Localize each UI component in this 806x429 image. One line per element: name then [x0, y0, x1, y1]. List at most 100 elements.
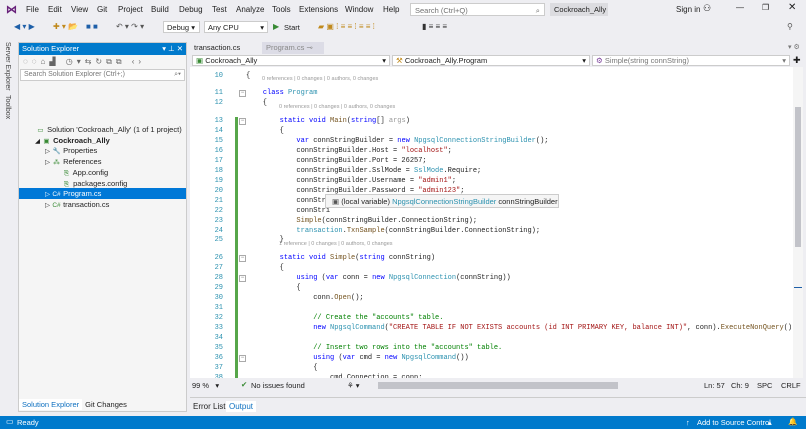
menu-file[interactable]: File [26, 5, 39, 14]
code-line[interactable]: connStringBuilder.Username = "admin1"; [246, 177, 456, 185]
menu-edit[interactable]: Edit [48, 5, 62, 14]
code-line[interactable]: using (var conn = new NpgsqlConnection(c… [246, 274, 511, 282]
tree-item[interactable]: ⎘ packages.config [19, 178, 186, 189]
menu-build[interactable]: Build [151, 5, 169, 14]
code-line[interactable]: connStri [246, 197, 330, 205]
codelens-program[interactable]: 0 references | 0 changes | 0 authors, 0 … [262, 76, 378, 82]
horizontal-scrollbar[interactable] [378, 382, 618, 389]
configuration-select[interactable]: Debug ▾ [163, 21, 200, 33]
restore-button[interactable]: ❐ [762, 3, 769, 12]
bookmark-icon[interactable]: ▮ ≡ ≡ ≡ [422, 22, 447, 31]
line-ending[interactable]: CRLF [781, 381, 801, 390]
tree-item[interactable]: ▷C# transaction.cs [19, 199, 186, 210]
new-project-icon[interactable]: ✚ ▾ 📂 [53, 22, 78, 31]
issues-status[interactable]: No issues found [251, 381, 305, 390]
class-dropdown[interactable]: ⚒ Cockroach_Ally.Program▾ [392, 55, 590, 66]
code-line[interactable]: connStringBuilder.Port = 26257; [246, 157, 427, 165]
sign-in-link[interactable]: Sign in [676, 5, 700, 14]
code-line[interactable]: { [246, 364, 317, 372]
code-line[interactable]: static void Main(string[] args) [246, 117, 410, 125]
add-to-source-control-button[interactable]: Add to Source Control [697, 418, 771, 427]
code-line[interactable]: // Insert two rows into the "accounts" t… [246, 344, 502, 352]
collapse-icon[interactable]: − [239, 118, 246, 125]
tree-item[interactable]: ▭ Solution 'Cockroach_Ally' (1 of 1 proj… [19, 124, 186, 135]
code-line[interactable]: // Create the "accounts" table. [246, 314, 443, 322]
minimize-button[interactable]: — [736, 3, 744, 12]
collapse-icon[interactable]: − [239, 275, 246, 282]
menu-extensions[interactable]: Extensions [299, 5, 338, 14]
tab-solution-explorer[interactable]: Solution Explorer [19, 399, 82, 410]
tab-transaction-cs[interactable]: transaction.cs [190, 42, 260, 54]
account-icon[interactable]: ⚇ [703, 3, 711, 14]
expand-arrow-icon[interactable]: ▷ [43, 201, 52, 209]
close-button[interactable]: ✕ [788, 2, 796, 13]
expand-arrow-icon[interactable]: ◢ [33, 137, 42, 145]
menu-help[interactable]: Help [383, 5, 399, 14]
scrollbar-thumb[interactable] [795, 107, 801, 247]
menu-analyze[interactable]: Analyze [236, 5, 264, 14]
tree-item[interactable]: ▷C# Program.cs [19, 188, 186, 199]
code-line[interactable]: { [246, 284, 301, 292]
live-share-icon[interactable]: ⚲ [787, 22, 793, 31]
codelens-simple[interactable]: 1 reference | 0 changes | 0 authors, 0 c… [279, 241, 393, 247]
back-icon[interactable]: ◀ ▾ ▶ [14, 22, 35, 31]
code-line[interactable]: transaction.TxnSample(connStringBuilder.… [246, 227, 540, 235]
code-editor[interactable]: 0 references | 0 changes | 0 authors, 0 … [190, 67, 803, 378]
panel-options-icon[interactable]: ▾ ⊥ ✕ [162, 44, 183, 54]
expand-arrow-icon[interactable]: ▷ [43, 190, 52, 198]
menu-git[interactable]: Git [97, 5, 107, 14]
menu-view[interactable]: View [71, 5, 88, 14]
tab-git-changes[interactable]: Git Changes [82, 399, 130, 410]
code-line[interactable]: connStri [246, 207, 330, 215]
tree-item[interactable]: ▷⁂ References [19, 156, 186, 167]
collapse-icon[interactable]: − [239, 255, 246, 262]
code-line[interactable]: cmd.Connection = conn; [246, 374, 422, 378]
start-button[interactable]: Start [284, 23, 300, 32]
code-line[interactable]: Simple(connStringBuilder.ConnectionStrin… [246, 217, 477, 225]
toolbox-tab[interactable]: Toolbox [4, 95, 11, 119]
code-cleanup-icon[interactable]: ⚘ ▾ [347, 381, 360, 390]
menu-project[interactable]: Project [118, 5, 143, 14]
code-line[interactable]: } [246, 236, 284, 244]
split-editor-icon[interactable]: ✚ [793, 55, 801, 66]
codelens-main[interactable]: 0 references | 0 changes | 0 authors, 0 … [279, 104, 395, 110]
code-line[interactable]: class Program [246, 89, 317, 97]
code-line[interactable]: static void Simple(string connString) [246, 254, 435, 262]
platform-select[interactable]: Any CPU▾ [204, 21, 268, 33]
search-input[interactable]: Search (Ctrl+Q)⌕ [410, 3, 545, 16]
server-explorer-tab[interactable]: Server Explorer [4, 42, 11, 91]
code-line[interactable]: conn.Open(); [246, 294, 364, 302]
code-line[interactable]: { [246, 127, 284, 135]
tab-output[interactable]: Output [226, 401, 256, 412]
notifications-icon[interactable]: 🔔 [788, 417, 797, 426]
code-line[interactable]: new NpgsqlCommand("CREATE TABLE IF NOT E… [246, 324, 796, 332]
code-line[interactable]: { [246, 72, 250, 80]
vertical-scrollbar[interactable] [793, 67, 803, 378]
code-line[interactable]: { [246, 99, 267, 107]
tab-program-cs[interactable]: Program.cs ⊸ ✕ [262, 42, 324, 54]
tree-item[interactable]: ◢▣ Cockroach_Ally [19, 135, 186, 146]
code-line[interactable]: using (var cmd = new NpgsqlCommand()) [246, 354, 469, 362]
save-icon[interactable]: ■ ■ [86, 22, 98, 31]
menu-window[interactable]: Window [345, 5, 373, 14]
code-line[interactable]: connStringBuilder.SslMode = SslMode.Requ… [246, 167, 481, 175]
code-line[interactable]: var connStringBuilder = new NpgsqlConnec… [246, 137, 549, 145]
expand-arrow-icon[interactable]: ▷ [43, 147, 52, 155]
collapse-icon[interactable]: − [239, 90, 246, 97]
member-dropdown[interactable]: ⚙ Simple(string connString)▾ [592, 55, 790, 66]
menu-test[interactable]: Test [212, 5, 227, 14]
folder-icon[interactable]: ▰ ▣ ⁞ ≡ ≡ ⁞ ≡ ≡ ⁞ [318, 22, 375, 31]
start-icon[interactable]: ▶ [273, 22, 279, 31]
project-dropdown[interactable]: ▣ Cockroach_Ally▾ [192, 55, 390, 66]
menu-tools[interactable]: Tools [272, 5, 291, 14]
tab-error-list[interactable]: Error List [193, 402, 225, 411]
whitespace-mode[interactable]: SPC [757, 381, 772, 390]
code-line[interactable]: { [246, 264, 284, 272]
menu-debug[interactable]: Debug [179, 5, 203, 14]
tree-item[interactable]: ⎘ App.config [19, 167, 186, 178]
tab-settings-icon[interactable]: ▾ ⚙ [788, 43, 800, 51]
undo-icon[interactable]: ↶ ▾ ↷ ▾ [116, 22, 144, 31]
collapse-icon[interactable]: − [239, 355, 246, 362]
zoom-select[interactable]: 99 % ▾ [192, 381, 219, 390]
pin-icon[interactable]: ⊸ [306, 43, 312, 52]
